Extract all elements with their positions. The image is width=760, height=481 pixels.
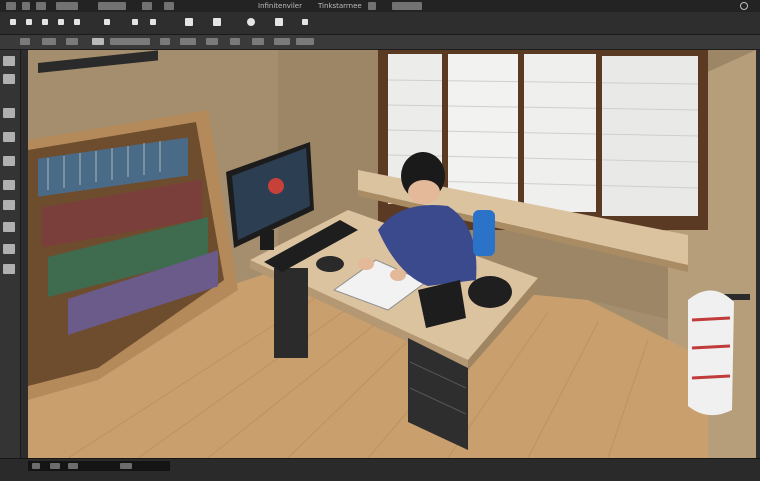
status-item[interactable]	[120, 463, 132, 469]
gradient-tool-icon[interactable]	[3, 222, 15, 232]
room-illustration	[28, 50, 756, 458]
mask-icon[interactable]	[210, 15, 224, 29]
save-icon[interactable]	[146, 15, 160, 29]
option-airbrush[interactable]	[206, 38, 218, 45]
lasso-icon[interactable]	[6, 15, 20, 29]
menu-item-image[interactable]	[56, 2, 78, 10]
pen-icon[interactable]	[298, 15, 312, 29]
status-item[interactable]	[32, 463, 40, 469]
menu-item-window[interactable]	[392, 2, 422, 10]
option-slider[interactable]	[110, 38, 150, 45]
move-tool-icon[interactable]	[3, 56, 15, 66]
grid-icon[interactable]	[38, 15, 52, 29]
option-pressure[interactable]	[252, 38, 264, 45]
settings-icon[interactable]	[740, 2, 748, 10]
image-icon[interactable]	[182, 15, 196, 29]
status-item[interactable]	[68, 463, 78, 469]
history-icon[interactable]	[54, 15, 68, 29]
brush-icon[interactable]	[272, 15, 286, 29]
status-item[interactable]	[50, 463, 60, 469]
folder-icon[interactable]	[128, 15, 142, 29]
option-hardness[interactable]	[66, 38, 78, 45]
menu-item-label[interactable]: Tinkstarrnee	[318, 0, 362, 12]
tools-panel	[0, 50, 21, 458]
menu-item-edit[interactable]	[36, 2, 46, 10]
rotate-icon[interactable]	[244, 15, 258, 29]
lasso-tool-icon[interactable]	[3, 108, 15, 118]
adjust-icon[interactable]	[100, 15, 114, 29]
eraser-tool-icon[interactable]	[3, 200, 15, 210]
swatch-icon[interactable]	[70, 15, 84, 29]
image-canvas[interactable]	[28, 50, 756, 458]
brush-tool-icon[interactable]	[3, 180, 15, 190]
photo-editor-window: Infinitenviler Tinkstarrnee	[0, 0, 760, 481]
toolbar	[0, 12, 760, 35]
menu-item-file[interactable]	[22, 2, 30, 10]
eyedropper-tool-icon[interactable]	[3, 156, 15, 166]
crop-tool-icon[interactable]	[3, 132, 15, 142]
status-bar	[0, 458, 760, 481]
menu-item-label[interactable]: Infinitenviler	[258, 0, 302, 12]
menu-item-select[interactable]	[142, 2, 152, 10]
option-symmetry[interactable]	[274, 38, 290, 45]
option-angle[interactable]	[230, 38, 240, 45]
menu-item-help[interactable]	[368, 2, 376, 10]
text-tool-icon[interactable]	[3, 244, 15, 254]
option-smoothing[interactable]	[180, 38, 196, 45]
layers-icon[interactable]	[22, 15, 36, 29]
menu-item-layer[interactable]	[98, 2, 126, 10]
option-preset[interactable]	[296, 38, 314, 45]
app-menu-icon[interactable]	[6, 2, 16, 10]
menu-item-filter[interactable]	[164, 2, 174, 10]
marquee-tool-icon[interactable]	[3, 74, 15, 84]
option-opacity[interactable]	[92, 38, 104, 45]
option-flow[interactable]	[160, 38, 170, 45]
option-mode[interactable]	[20, 38, 30, 45]
option-size[interactable]	[42, 38, 56, 45]
options-bar	[0, 35, 760, 50]
zoom-tool-icon[interactable]	[3, 264, 15, 274]
